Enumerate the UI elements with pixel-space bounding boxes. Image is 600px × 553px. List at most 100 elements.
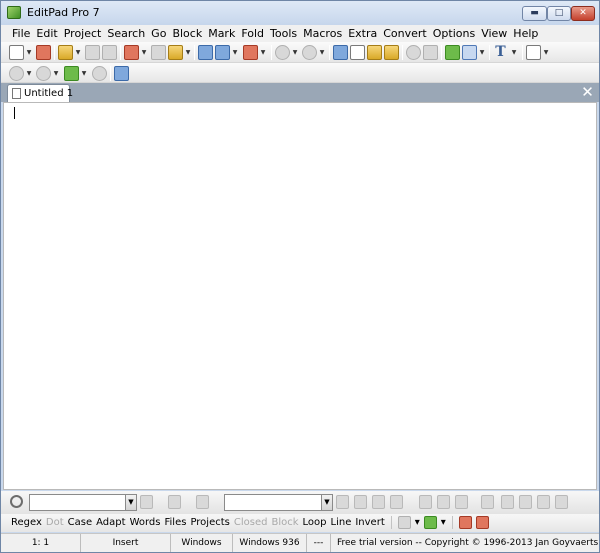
open-folder-dropdown-arrow[interactable]: ▼	[74, 45, 82, 60]
search-person-icon[interactable]	[437, 495, 450, 509]
new-file-dropdown-arrow[interactable]: ▼	[25, 45, 33, 60]
replace-icon[interactable]	[336, 495, 349, 509]
new-file-icon[interactable]	[9, 45, 24, 60]
fold-icon[interactable]	[481, 495, 494, 509]
file-options-dropdown-arrow[interactable]: ▼	[542, 45, 550, 60]
maximize-button[interactable]: □	[547, 6, 571, 21]
font-dropdown-arrow[interactable]: ▼	[510, 45, 518, 60]
search-input[interactable]	[29, 494, 127, 511]
option-invert[interactable]: Invert	[353, 514, 386, 532]
find-next-icon[interactable]	[168, 495, 181, 509]
minimize-button[interactable]: ▬	[522, 6, 547, 21]
menu-fold[interactable]: Fold	[238, 25, 267, 42]
menu-view[interactable]: View	[478, 25, 510, 42]
undo-dropdown-arrow[interactable]: ▼	[291, 45, 299, 60]
title-bar[interactable]: EditPad Pro 7 ▬ □ ✕	[1, 1, 599, 25]
menu-project[interactable]: Project	[61, 25, 105, 42]
open-file-icon[interactable]	[36, 45, 51, 60]
text-editor[interactable]	[3, 102, 597, 490]
project-dropdown-arrow[interactable]: ▼	[140, 45, 148, 60]
tab-untitled-1[interactable]: Untitled 1	[7, 84, 73, 102]
menu-search[interactable]: Search	[104, 25, 148, 42]
save-all-icon[interactable]	[102, 45, 117, 60]
project-folder-icon[interactable]	[168, 45, 183, 60]
replace-options-icon[interactable]	[390, 495, 403, 509]
file-options-icon[interactable]	[526, 45, 541, 60]
option-loop[interactable]: Loop	[301, 514, 329, 532]
replace-all-icon[interactable]	[372, 495, 385, 509]
find-previous-icon[interactable]	[196, 495, 209, 509]
fox-icon[interactable]	[458, 515, 472, 529]
menu-macros[interactable]: Macros	[300, 25, 345, 42]
print-icon[interactable]	[198, 45, 213, 60]
mark-icon[interactable]	[501, 495, 514, 509]
menu-options[interactable]: Options	[430, 25, 478, 42]
save-disk-icon[interactable]	[85, 45, 100, 60]
stop-icon[interactable]	[92, 66, 107, 81]
menu-extra[interactable]: Extra	[345, 25, 380, 42]
close-project-icon[interactable]	[151, 45, 166, 60]
paste-icon[interactable]	[367, 45, 382, 60]
document-map-dropdown-arrow[interactable]: ▼	[259, 45, 267, 60]
indent-icon[interactable]	[445, 45, 460, 60]
menu-edit[interactable]: Edit	[33, 25, 60, 42]
replace-input[interactable]	[224, 494, 322, 511]
menu-block[interactable]: Block	[169, 25, 205, 42]
print-preview-icon[interactable]	[215, 45, 230, 60]
undo-icon[interactable]	[275, 45, 290, 60]
option-projects[interactable]: Projects	[188, 514, 231, 532]
option-block[interactable]: Block	[269, 514, 300, 532]
bookmark-dropdown-arrow[interactable]: ▼	[80, 66, 88, 81]
option-files[interactable]: Files	[162, 514, 188, 532]
project-icon[interactable]	[124, 45, 139, 60]
back-dropdown-arrow[interactable]: ▼	[25, 66, 33, 81]
status-line-breaks[interactable]: Windows	[171, 534, 233, 552]
history-icon[interactable]	[397, 515, 411, 529]
font-icon[interactable]: T	[493, 45, 508, 60]
feather-icon[interactable]	[475, 515, 489, 529]
menu-go[interactable]: Go	[148, 25, 169, 42]
status-encoding[interactable]: Windows 936	[233, 534, 307, 552]
option-line[interactable]: Line	[329, 514, 354, 532]
close-window-button[interactable]: ✕	[571, 6, 595, 21]
search-magnifier-icon[interactable]	[406, 45, 421, 60]
replace-next-icon[interactable]	[354, 495, 367, 509]
back-icon[interactable]	[9, 66, 24, 81]
extract-icon[interactable]	[519, 495, 532, 509]
open-folder-icon[interactable]	[58, 45, 73, 60]
word-wrap-icon[interactable]	[462, 45, 477, 60]
replace-icon[interactable]	[423, 45, 438, 60]
option-regex[interactable]: Regex	[9, 514, 44, 532]
redo-dropdown-arrow[interactable]: ▼	[318, 45, 326, 60]
replace-history-dropdown[interactable]: ▼	[321, 494, 333, 511]
project-folder-dropdown-arrow[interactable]: ▼	[184, 45, 192, 60]
option-dot[interactable]: Dot	[44, 514, 66, 532]
menu-help[interactable]: Help	[510, 25, 541, 42]
option-adapt[interactable]: Adapt	[94, 514, 127, 532]
option-closed[interactable]: Closed	[232, 514, 270, 532]
menu-convert[interactable]: Convert	[380, 25, 430, 42]
highlight-icon[interactable]	[455, 495, 468, 509]
menu-tools[interactable]: Tools	[267, 25, 300, 42]
status-mode[interactable]: Insert	[81, 534, 171, 552]
word-wrap-dropdown-arrow[interactable]: ▼	[478, 45, 486, 60]
forward-dropdown-arrow[interactable]: ▼	[52, 66, 60, 81]
cut-icon[interactable]	[333, 45, 348, 60]
option-case[interactable]: Case	[66, 514, 94, 532]
search-close-icon[interactable]	[419, 495, 432, 509]
redo-icon[interactable]	[302, 45, 317, 60]
forward-icon[interactable]	[36, 66, 51, 81]
search-settings-icon[interactable]	[555, 495, 568, 509]
copy-icon[interactable]	[350, 45, 365, 60]
menu-file[interactable]: File	[9, 25, 33, 42]
find-first-icon[interactable]	[140, 495, 153, 509]
filter-dropdown-arrow[interactable]: ▾	[439, 514, 448, 532]
print-dropdown-arrow[interactable]: ▼	[231, 45, 239, 60]
menu-mark[interactable]: Mark	[205, 25, 238, 42]
clipboard-collection-icon[interactable]	[114, 66, 129, 81]
option-words[interactable]: Words	[128, 514, 163, 532]
search-history-dropdown[interactable]: ▼	[125, 494, 137, 511]
bookmark-icon[interactable]	[64, 66, 79, 81]
document-map-icon[interactable]	[243, 45, 258, 60]
filter-icon[interactable]	[423, 515, 437, 529]
